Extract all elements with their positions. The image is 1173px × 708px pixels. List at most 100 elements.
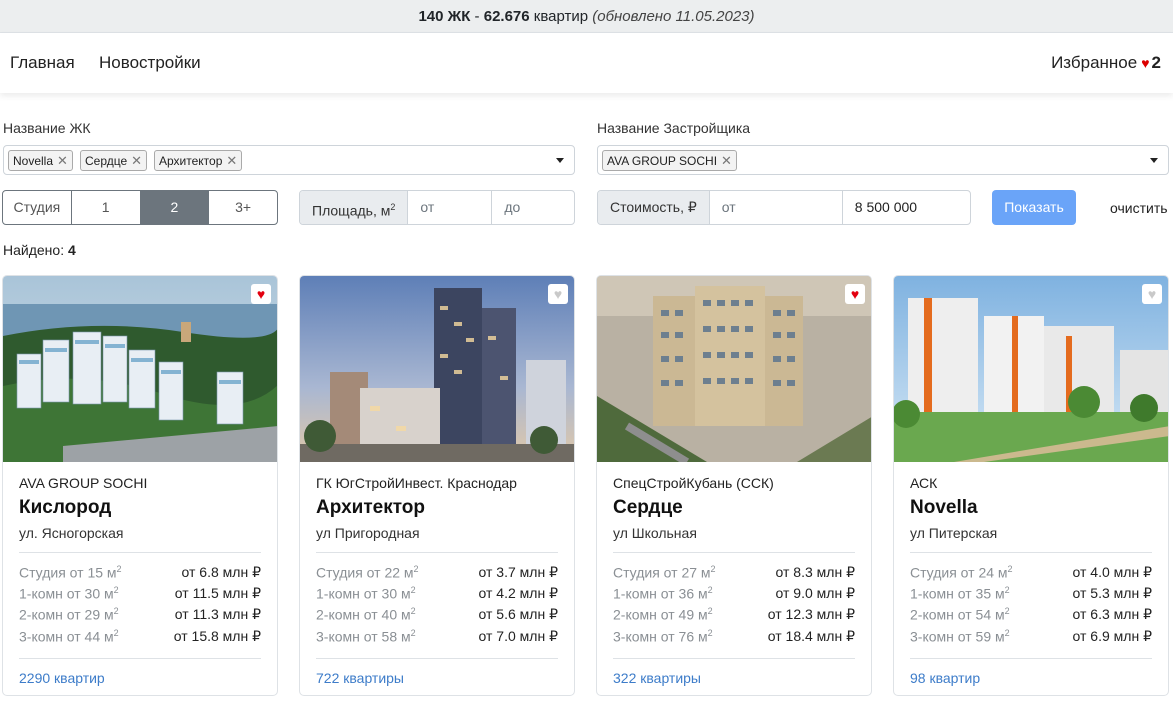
card-flats-link[interactable]: 322 квартиры [613, 670, 701, 686]
card-flats-link[interactable]: 98 квартир [910, 670, 980, 686]
row-price: от 6.3 млн ₽ [1072, 606, 1152, 622]
card-developer: ГК ЮгСтройИнвест. Краснодар [316, 475, 517, 491]
row-price: от 9.0 млн ₽ [775, 585, 855, 601]
row-type-sup: 2 [413, 564, 419, 574]
card-price-row: 2-комн от 29 м2 от 11.3 млн ₽ [19, 606, 261, 626]
chevron-down-icon[interactable] [1150, 158, 1158, 163]
show-button[interactable]: Показать [992, 190, 1076, 225]
card-price-row: 3-комн от 59 м2 от 6.9 млн ₽ [910, 628, 1152, 648]
row-price: от 8.3 млн ₽ [775, 564, 855, 580]
row-type-text: 3-комн от 59 м [910, 628, 1005, 645]
row-type: 1-комн от 36 м2 [613, 585, 713, 602]
row-price: от 18.4 млн ₽ [767, 628, 855, 644]
row-type: 2-комн от 40 м2 [316, 606, 416, 623]
row-price: от 12.3 млн ₽ [767, 606, 855, 622]
row-type-text: 3-комн от 58 м [316, 628, 411, 645]
price-label: Стоимость, ₽ [598, 191, 710, 224]
close-icon[interactable]: ✕ [226, 153, 237, 168]
favorite-toggle-heart-icon[interactable]: ♥ [845, 284, 865, 304]
row-type: Студия от 22 м2 [316, 564, 419, 581]
row-type-text: Студия от 24 м [910, 564, 1008, 581]
row-type-text: 1-комн от 36 м [613, 585, 708, 602]
row-type-sup: 2 [410, 628, 416, 638]
chevron-down-icon[interactable] [556, 158, 564, 163]
complex-photo [3, 276, 277, 462]
navbar: Главная Новостройки Избранное ♥ 2 [0, 33, 1173, 93]
complex-card[interactable]: ♥ АСК Novella ул Питерская Студия от 24 … [893, 275, 1169, 696]
developer-select[interactable]: AVA GROUP SOCHI ✕ [597, 145, 1169, 175]
card-flats-link[interactable]: 722 квартиры [316, 670, 404, 686]
card-complex-name[interactable]: Кислород [19, 497, 111, 519]
favorite-toggle-heart-icon[interactable]: ♥ [251, 284, 271, 304]
area-to-input[interactable]: до [492, 191, 574, 224]
row-type-text: 2-комн от 29 м [19, 606, 114, 623]
rooms-studio-button[interactable]: Студия [3, 191, 72, 224]
nav-home-link[interactable]: Главная [10, 53, 75, 73]
card-flats-link[interactable]: 2290 квартир [19, 670, 105, 686]
card-developer: AVA GROUP SOCHI [19, 475, 148, 491]
row-price: от 3.7 млн ₽ [478, 564, 558, 580]
favorites-count: 2 [1151, 53, 1161, 72]
clear-button[interactable]: очистить [1110, 200, 1168, 216]
row-type-sup: 2 [116, 564, 122, 574]
row-type: 2-комн от 49 м2 [613, 606, 713, 623]
price-from-input[interactable]: от [710, 191, 843, 224]
row-price: от 11.5 млн ₽ [174, 585, 261, 601]
row-type-text: 1-комн от 30 м [316, 585, 411, 602]
jk-tag: Архитектор ✕ [154, 150, 243, 171]
complex-photo [300, 276, 574, 462]
stats-bar: 140 ЖК - 62.676 квартир (обновлено 11.05… [0, 0, 1173, 33]
card-divider [316, 552, 558, 553]
complex-card[interactable]: ♥ СпецСтройКубань (ССК) Сердце ул Школьн… [596, 275, 872, 696]
close-icon[interactable]: ✕ [721, 153, 732, 168]
rooms-2-button[interactable]: 2 [140, 191, 210, 224]
jk-tag-label: Сердце [85, 154, 128, 168]
row-type-sup: 2 [113, 585, 119, 595]
card-developer: СпецСтройКубань (ССК) [613, 475, 774, 491]
jk-select[interactable]: Novella ✕ Сердце ✕ Архитектор ✕ [3, 145, 575, 175]
card-complex-name[interactable]: Сердце [613, 497, 683, 519]
row-price: от 7.0 млн ₽ [478, 628, 558, 644]
favorites-link[interactable]: Избранное ♥ 2 [1051, 53, 1161, 73]
card-complex-name[interactable]: Архитектор [316, 497, 425, 519]
developer-tag-label: AVA GROUP SOCHI [607, 154, 718, 168]
card-price-row: 2-комн от 49 м2 от 12.3 млн ₽ [613, 606, 855, 626]
area-label: Площадь, м2 [300, 191, 409, 224]
row-type-text: 2-комн от 40 м [316, 606, 411, 623]
stats-jk-count: 140 ЖК [418, 8, 471, 25]
card-price-row: Студия от 24 м2 от 4.0 млн ₽ [910, 564, 1152, 584]
favorite-toggle-heart-icon[interactable]: ♥ [1142, 284, 1162, 304]
close-icon[interactable]: ✕ [57, 153, 68, 168]
heart-icon: ♥ [1141, 55, 1150, 71]
row-type-sup: 2 [707, 585, 713, 595]
price-to-input[interactable]: 8 500 000 [843, 191, 970, 224]
row-price: от 15.8 млн ₽ [173, 628, 261, 644]
favorite-toggle-heart-icon[interactable]: ♥ [548, 284, 568, 304]
card-divider [19, 552, 261, 553]
developer-tag: AVA GROUP SOCHI ✕ [602, 150, 737, 171]
close-icon[interactable]: ✕ [131, 153, 142, 168]
card-complex-name[interactable]: Novella [910, 497, 978, 519]
stats-separator: - [470, 8, 484, 25]
rooms-1-button[interactable]: 1 [72, 191, 141, 224]
row-type-text: 2-комн от 49 м [613, 606, 708, 623]
found-label: Найдено: [3, 242, 68, 258]
row-price: от 6.8 млн ₽ [181, 564, 261, 580]
area-label-text: Площадь, м [312, 202, 391, 219]
row-type-text: 1-комн от 35 м [910, 585, 1005, 602]
area-from-input[interactable]: от [408, 191, 493, 224]
row-type-sup: 2 [113, 628, 119, 638]
row-type-text: Студия от 22 м [316, 564, 414, 581]
card-price-row: Студия от 27 м2 от 8.3 млн ₽ [613, 564, 855, 584]
complex-card[interactable]: ♥ AVA GROUP SOCHI Кислород ул. Ясногорск… [2, 275, 278, 696]
row-type: 3-комн от 44 м2 [19, 628, 119, 645]
row-type: 2-комн от 54 м2 [910, 606, 1010, 623]
row-type-sup: 2 [410, 606, 416, 616]
card-price-row: 1-комн от 30 м2 от 4.2 млн ₽ [316, 585, 558, 605]
card-price-row: 1-комн от 35 м2 от 5.3 млн ₽ [910, 585, 1152, 605]
row-type-text: 3-комн от 76 м [613, 628, 708, 645]
complex-card[interactable]: ♥ ГК ЮгСтройИнвест. Краснодар Архитектор… [299, 275, 575, 696]
rooms-3plus-button[interactable]: 3+ [209, 191, 277, 224]
row-type-text: 3-комн от 44 м [19, 628, 114, 645]
nav-new-buildings-link[interactable]: Новостройки [99, 53, 201, 73]
